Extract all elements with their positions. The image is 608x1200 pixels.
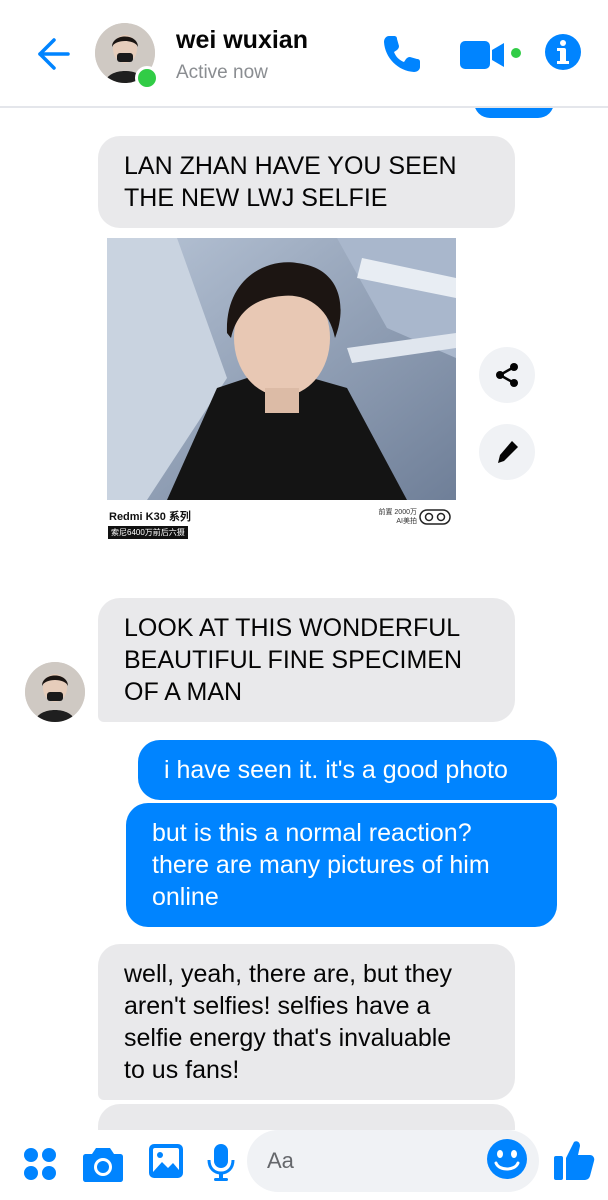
message-text: LOOK AT THIS WONDERFUL BEAUTIFUL FINE SP… [124,614,463,706]
phone-icon[interactable] [380,32,424,76]
active-status: Active now [176,62,268,83]
message-thread[interactable]: LAN ZHAN HAVE YOU SEEN THE NEW LWJ SELFI… [0,0,608,1144]
selfie-photo[interactable] [107,238,456,500]
dual-camera-icon [419,509,451,525]
message-bubble-received[interactable]: LOOK AT THIS WONDERFUL BEAUTIFUL FINE SP… [98,598,515,722]
back-arrow-icon[interactable] [32,34,72,74]
message-text: but is this a normal reaction? there are… [152,819,490,911]
microphone-icon[interactable] [205,1142,237,1182]
gallery-icon[interactable] [147,1142,185,1180]
edit-button[interactable] [479,424,535,480]
chat-header: wei wuxian Active now [0,0,608,108]
active-status-dot [135,66,159,90]
thumbs-up-icon[interactable] [553,1138,595,1182]
photo-sub-caption: 索尼6400万前后六摄 [108,526,188,539]
apps-icon[interactable] [22,1146,58,1182]
photo-attachment[interactable]: Redmi K30 系列 索尼6400万前后六摄 前置 2000万 AI美拍 [107,238,461,544]
edit-pencil-icon [498,441,518,463]
message-bubble-sent[interactable]: i have seen it. it's a good photo [138,740,557,800]
emoji-icon[interactable] [485,1137,529,1181]
message-text: well, yeah, there are, but they aren't s… [124,960,452,1084]
message-bubble-sent[interactable]: but is this a normal reaction? there are… [126,803,557,927]
contact-avatar[interactable] [25,662,85,722]
video-camera-icon[interactable] [458,38,522,72]
message-text: i have seen it. it's a good photo [164,756,508,784]
share-icon [496,363,518,387]
message-composer [0,1130,608,1200]
info-icon[interactable] [543,32,583,72]
camera-icon[interactable] [82,1144,124,1184]
avatar-photo [25,662,85,722]
message-bubble-received[interactable]: LAN ZHAN HAVE YOU SEEN THE NEW LWJ SELFI… [98,136,515,228]
share-button[interactable] [479,347,535,403]
photo-brand-caption: Redmi K30 系列 [109,511,191,523]
message-bubble-received[interactable]: well, yeah, there are, but they aren't s… [98,944,515,1100]
photo-spec-caption: 前置 2000万 AI美拍 [378,509,417,525]
contact-name[interactable]: wei wuxian [176,26,308,55]
message-text: LAN ZHAN HAVE YOU SEEN THE NEW LWJ SELFI… [124,152,457,212]
